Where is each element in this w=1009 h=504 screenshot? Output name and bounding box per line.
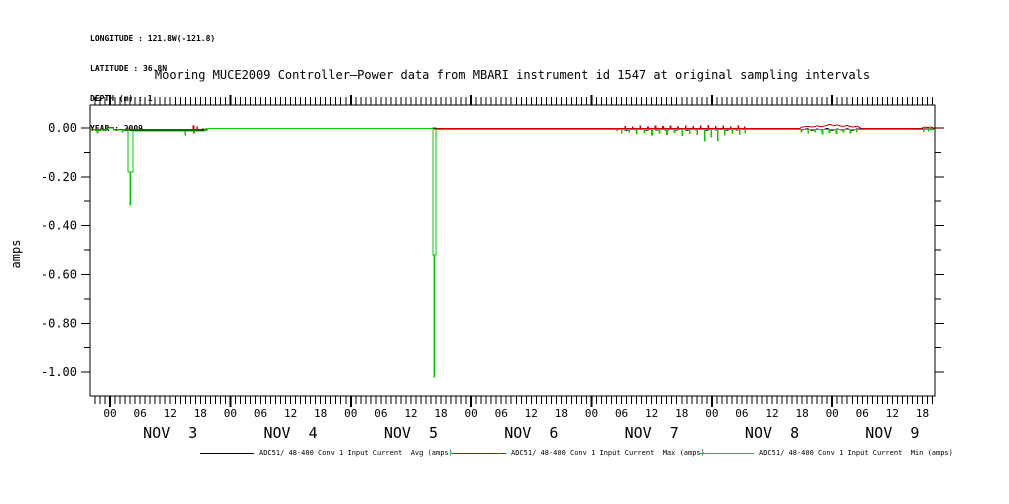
legend-label-max: ADC51/ 48-400 Conv 1 Input Current Max (… (511, 449, 705, 457)
x-hour-label: 00 (465, 407, 478, 420)
y-tick-label: -0.60 (41, 267, 77, 281)
x-hour-label: 12 (284, 407, 297, 420)
x-hour-label: 18 (314, 407, 327, 420)
x-hour-label: 12 (645, 407, 658, 420)
x-hour-label: 12 (525, 407, 538, 420)
y-tick-label: 0.00 (48, 121, 77, 135)
x-hour-label: 00 (344, 407, 357, 420)
x-day-label: NOV 7 (625, 424, 679, 442)
x-hour-label: 06 (856, 407, 869, 420)
legend-item-min: ADC51/ 48-400 Conv 1 Input Current Min (… (700, 449, 953, 457)
legend-item-max: ADC51/ 48-400 Conv 1 Input Current Max (… (452, 449, 705, 457)
y-tick-label: -0.20 (41, 170, 77, 184)
x-hour-label: 12 (164, 407, 177, 420)
x-hour-label: 18 (795, 407, 808, 420)
x-hour-label: 00 (826, 407, 839, 420)
legend-label-avg: ADC51/ 48-400 Conv 1 Input Current Avg (… (259, 449, 453, 457)
x-day-label: NOV 4 (263, 424, 317, 442)
min-line-swatch-icon (700, 452, 754, 454)
avg-line-swatch-icon (200, 452, 254, 454)
x-hour-label: 12 (886, 407, 899, 420)
legend-label-min: ADC51/ 48-400 Conv 1 Input Current Min (… (759, 449, 953, 457)
x-hour-label: 00 (103, 407, 116, 420)
series-min-line (90, 127, 935, 378)
x-hour-label: 06 (254, 407, 267, 420)
x-hour-label: 06 (735, 407, 748, 420)
x-hour-label: 12 (765, 407, 778, 420)
x-hour-label: 18 (434, 407, 447, 420)
x-hour-label: 18 (675, 407, 688, 420)
x-day-label: NOV 9 (865, 424, 919, 442)
y-tick-label: -0.40 (41, 219, 77, 233)
x-hour-label: 00 (224, 407, 237, 420)
x-day-label: NOV 8 (745, 424, 799, 442)
y-tick-label: -1.00 (41, 365, 77, 379)
x-hour-label: 18 (194, 407, 207, 420)
x-hour-label: 06 (495, 407, 508, 420)
x-day-label: NOV 6 (504, 424, 558, 442)
plot-canvas: LONGITUDE : 121.8W(-121.8) LATITUDE : 36… (0, 0, 1009, 504)
x-day-label: NOV 5 (384, 424, 438, 442)
x-hour-label: 12 (404, 407, 417, 420)
plot-border (89, 104, 936, 397)
x-hour-label: 18 (916, 407, 929, 420)
x-hour-label: 06 (134, 407, 147, 420)
x-day-label: NOV 3 (143, 424, 197, 442)
chart-plot-area: 0.00 -0.20 -0.40 -0.60 -0.80 -1.00 00 06 12 18 NOV… (41, 95, 944, 442)
x-hour-label: 18 (555, 407, 568, 420)
x-hour-label: 00 (705, 407, 718, 420)
legend-item-avg: ADC51/ 48-400 Conv 1 Input Current Avg (… (200, 449, 453, 457)
y-tick-label: -0.80 (41, 316, 77, 330)
legend: ADC51/ 48-400 Conv 1 Input Current Avg (… (0, 449, 1009, 465)
max-line-swatch-icon (452, 452, 506, 454)
x-hour-label: 06 (374, 407, 387, 420)
x-hour-label: 06 (615, 407, 628, 420)
x-hour-label: 00 (585, 407, 598, 420)
